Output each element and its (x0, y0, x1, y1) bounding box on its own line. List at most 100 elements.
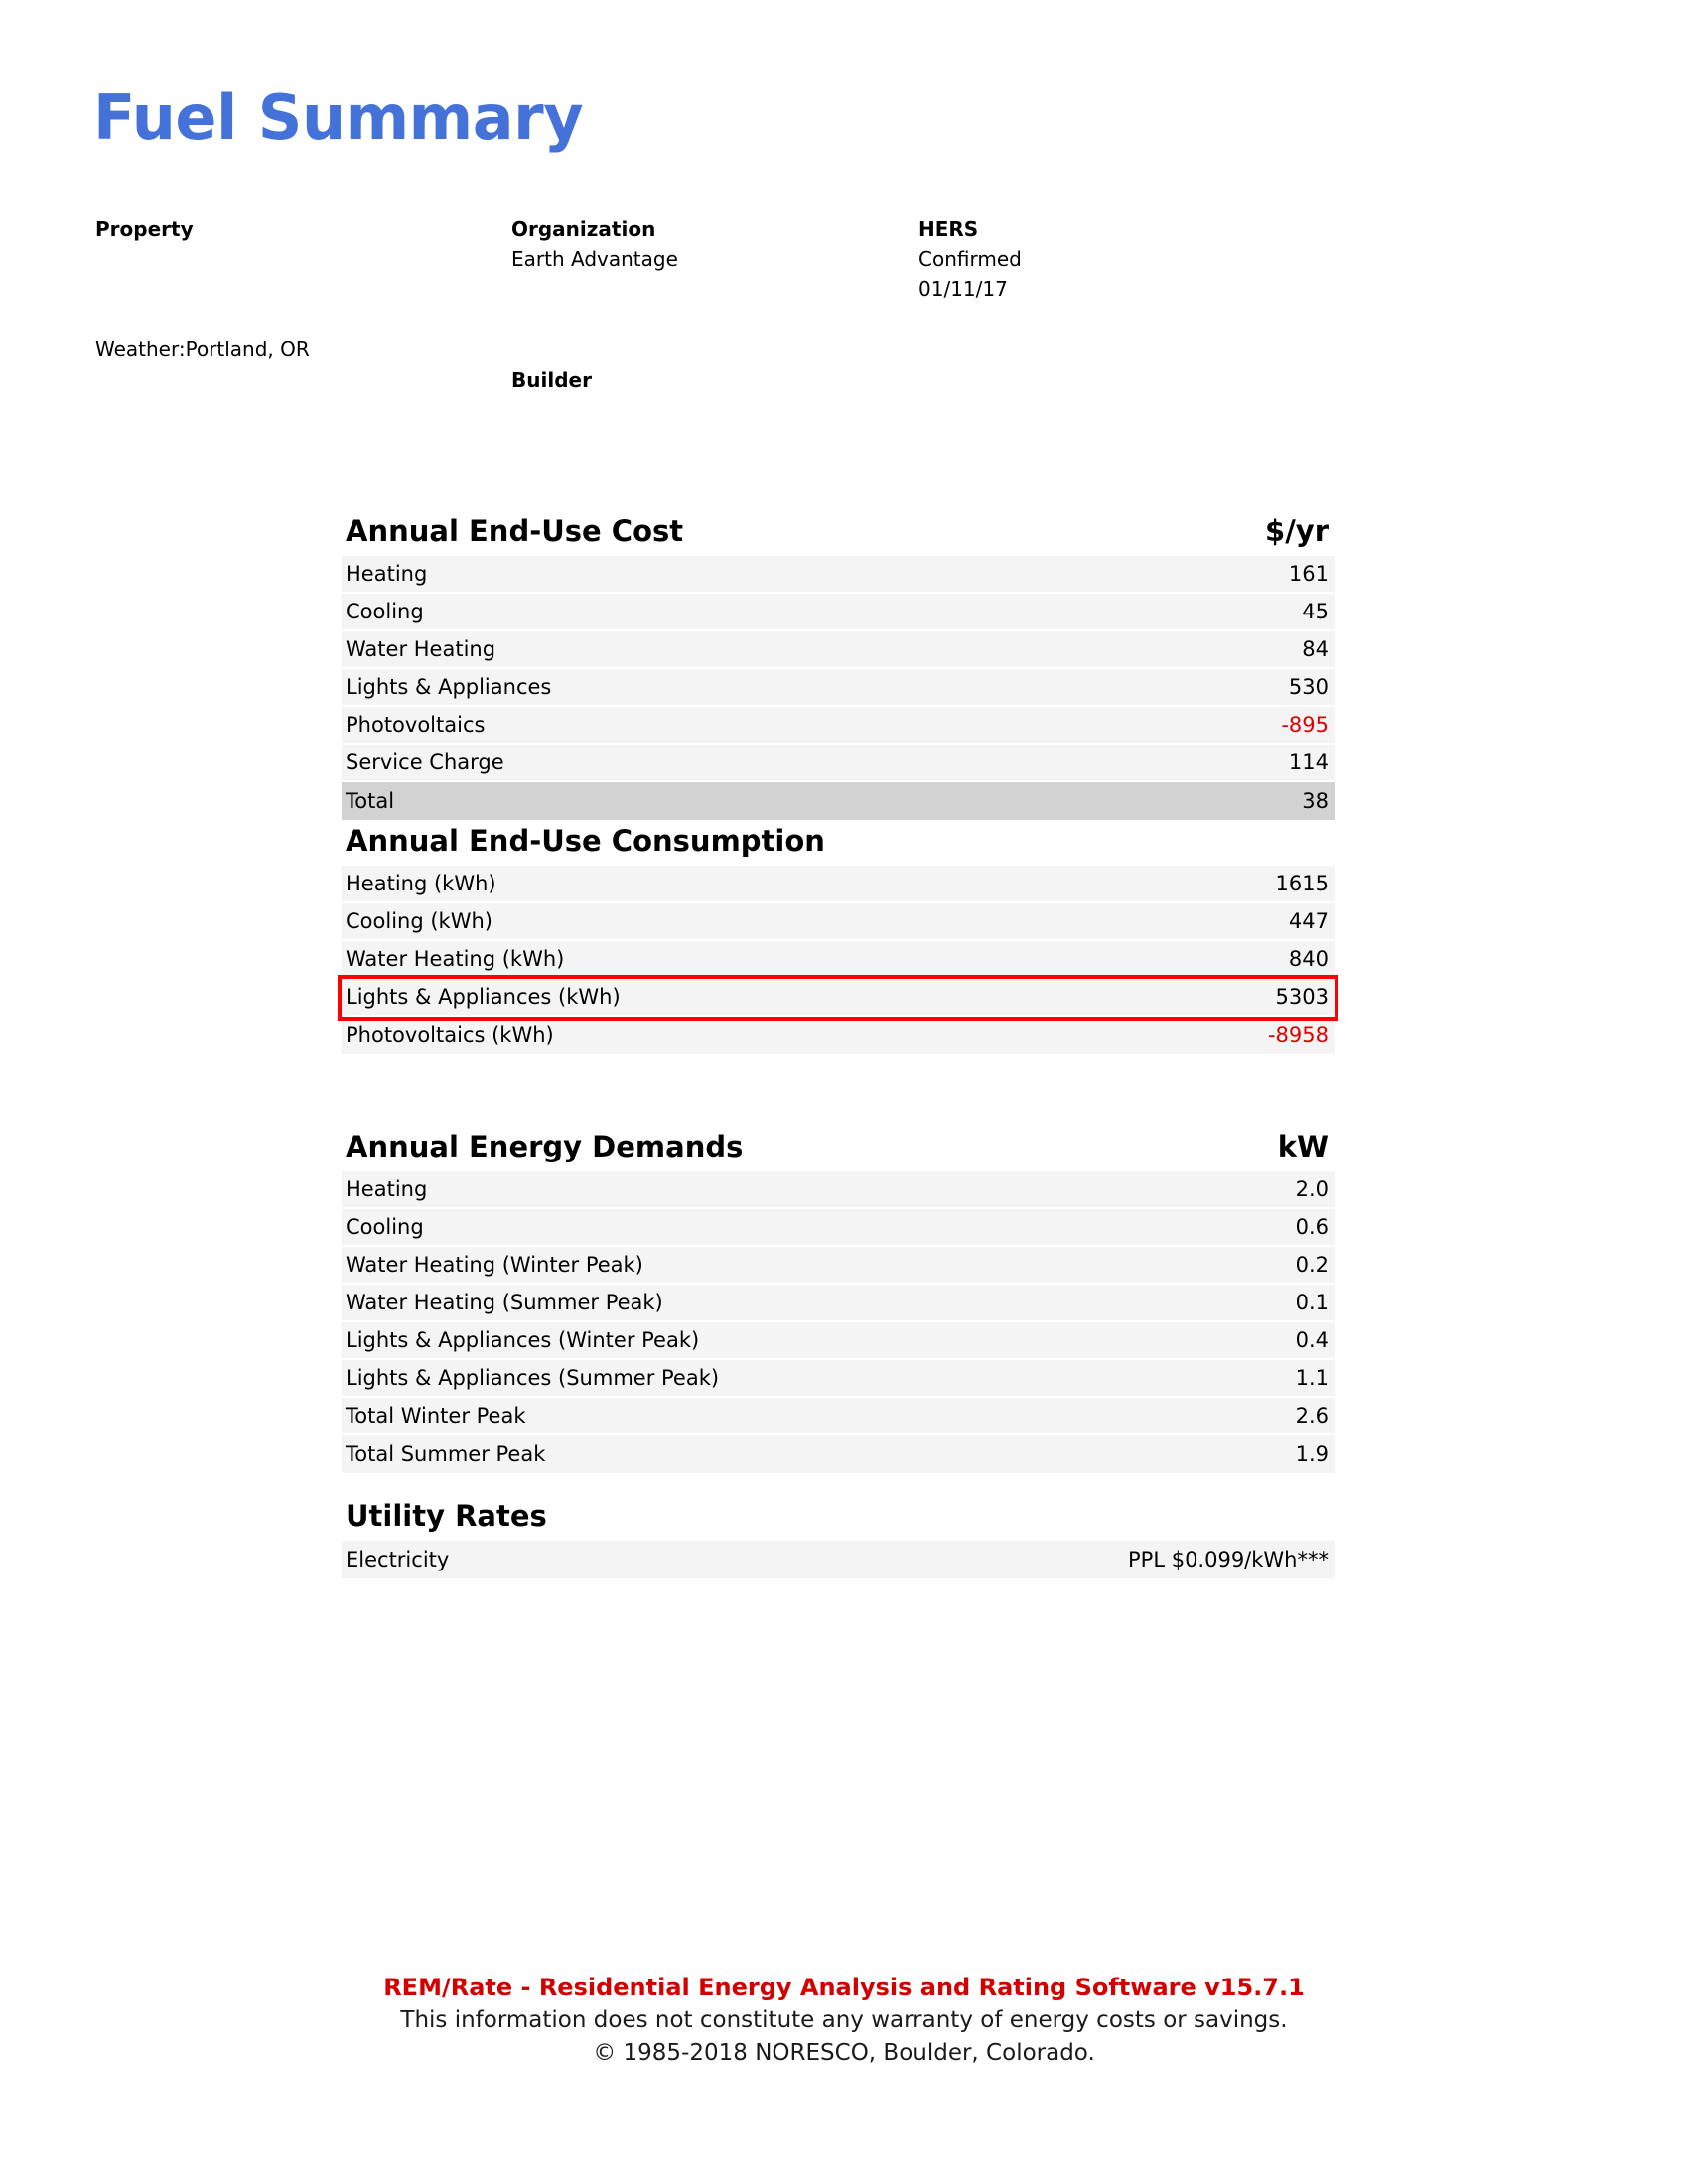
row-value: 0.2 (1295, 1253, 1329, 1277)
row-value: 447 (1288, 909, 1329, 933)
demands-rows: Heating 2.0 Cooling 0.6 Water Heating (Winte… (342, 1171, 1335, 1473)
annual-end-use-consumption-section: Annual End-Use Consumption Heating (kWh)… (338, 824, 1338, 1054)
table-row: Heating 161 (342, 556, 1335, 594)
table-row: Heating 2.0 (342, 1171, 1335, 1209)
row-value: 1.9 (1295, 1442, 1329, 1466)
document-page: Fuel Summary Property Weather:Portland, … (0, 0, 1688, 2184)
table-row: Water Heating (kWh) 840 (342, 941, 1335, 979)
footer-disclaimer-line: This information does not constitute any… (400, 2007, 1288, 2033)
row-label: Cooling (346, 600, 424, 623)
footer-software-line: REM/Rate - Residential Energy Analysis a… (383, 1974, 1305, 2001)
row-label: Total (346, 789, 395, 813)
hers-date: 01/11/17 (918, 277, 1008, 301)
organization-value: Earth Advantage (511, 247, 678, 271)
table-row: Lights & Appliances (kWh) 5303 (338, 975, 1338, 1021)
row-value: PPL $0.099/kWh*** (1128, 1548, 1329, 1571)
section-title: Annual End-Use Cost (346, 514, 684, 548)
table-row: Cooling 0.6 (342, 1209, 1335, 1247)
section-unit: $/yr (1265, 514, 1329, 548)
row-value: -8958 (1267, 1024, 1329, 1047)
table-row: Water Heating (Summer Peak) 0.1 (342, 1285, 1335, 1322)
row-label: Photovoltaics (346, 713, 486, 737)
row-value: 1615 (1275, 872, 1329, 895)
hers-label: HERS (918, 217, 979, 241)
row-value: 45 (1302, 600, 1329, 623)
row-value: 114 (1288, 751, 1329, 774)
table-row: Lights & Appliances (Summer Peak) 1.1 (342, 1360, 1335, 1398)
utility-rates-section: Utility Rates Electricity PPL $0.099/kWh*… (342, 1499, 1335, 1578)
table-row: Cooling (kWh) 447 (342, 903, 1335, 941)
rates-rows: Electricity PPL $0.099/kWh*** (342, 1541, 1335, 1578)
row-label: Heating (346, 1177, 428, 1201)
row-value: 0.4 (1295, 1328, 1329, 1352)
table-row: Photovoltaics (kWh) -8958 (342, 1017, 1335, 1054)
section-header: Annual End-Use Cost $/yr (342, 514, 1335, 548)
organization-block: Organization Earth Advantage (511, 214, 678, 274)
weather-text: Weather:Portland, OR (95, 338, 310, 361)
row-label: Electricity (346, 1548, 450, 1571)
row-label: Water Heating (Winter Peak) (346, 1253, 643, 1277)
table-row: Total Summer Peak 1.9 (342, 1435, 1335, 1473)
row-label: Lights & Appliances (Summer Peak) (346, 1366, 720, 1390)
row-label: Total Winter Peak (346, 1404, 526, 1428)
builder-label: Builder (511, 368, 592, 392)
property-block: Property (95, 214, 194, 244)
cost-rows: Heating 161 Cooling 45 Water Heating 84 Lights… (342, 556, 1335, 820)
section-title: Annual End-Use Consumption (346, 824, 825, 858)
document-footer: REM/Rate - Residential Energy Analysis a… (0, 1971, 1688, 2070)
section-unit: kW (1277, 1130, 1329, 1163)
row-label: Lights & Appliances (346, 675, 552, 699)
row-label: Photovoltaics (kWh) (346, 1024, 554, 1047)
row-value: 1.1 (1295, 1366, 1329, 1390)
row-value: 530 (1288, 675, 1329, 699)
row-label: Water Heating (kWh) (346, 947, 565, 971)
table-row: Electricity PPL $0.099/kWh*** (342, 1541, 1335, 1578)
table-row: Heating (kWh) 1615 (342, 866, 1335, 903)
row-value: 840 (1288, 947, 1329, 971)
table-row: Total Winter Peak 2.6 (342, 1398, 1335, 1435)
property-label: Property (95, 217, 194, 241)
annual-energy-demands-section: Annual Energy Demands kW Heating 2.0 Cooli… (342, 1130, 1335, 1473)
row-value: 0.1 (1295, 1291, 1329, 1314)
table-row: Water Heating 84 (342, 631, 1335, 669)
row-label: Heating (346, 562, 428, 586)
table-row: Service Charge 114 (342, 745, 1335, 782)
row-label: Heating (kWh) (346, 872, 496, 895)
section-header: Annual End-Use Consumption (342, 824, 1335, 858)
row-label: Lights & Appliances (kWh) (346, 985, 621, 1009)
row-label: Service Charge (346, 751, 504, 774)
annual-end-use-cost-section: Annual End-Use Cost $/yr Heating 161 Cooli… (342, 514, 1335, 820)
row-value: 2.6 (1295, 1404, 1329, 1428)
hers-status: Confirmed (918, 247, 1022, 271)
table-row: Total 38 (342, 782, 1335, 820)
row-label: Water Heating (346, 637, 496, 661)
row-label: Total Summer Peak (346, 1442, 546, 1466)
row-value: 5303 (1275, 985, 1329, 1009)
section-header: Annual Energy Demands kW (342, 1130, 1335, 1163)
footer-copyright-line: © 1985-2018 NORESCO, Boulder, Colorado. (593, 2040, 1095, 2066)
weather-block: Weather:Portland, OR (95, 335, 310, 364)
table-row: Cooling 45 (342, 594, 1335, 631)
row-label: Cooling (346, 1215, 424, 1239)
section-title: Utility Rates (346, 1499, 547, 1533)
table-row: Lights & Appliances 530 (342, 669, 1335, 707)
page-title: Fuel Summary (93, 81, 584, 154)
row-label: Water Heating (Summer Peak) (346, 1291, 663, 1314)
section-header: Utility Rates (342, 1499, 1335, 1533)
hers-block: HERS Confirmed 01/11/17 (918, 214, 1022, 304)
builder-block: Builder (511, 365, 592, 395)
row-label: Lights & Appliances (Winter Peak) (346, 1328, 700, 1352)
organization-label: Organization (511, 217, 656, 241)
row-value: 38 (1302, 789, 1329, 813)
row-value: 0.6 (1295, 1215, 1329, 1239)
row-value: 84 (1302, 637, 1329, 661)
row-value: 2.0 (1295, 1177, 1329, 1201)
row-value: 161 (1288, 562, 1329, 586)
consumption-rows: Heating (kWh) 1615 Cooling (kWh) 447 Water H… (338, 866, 1338, 1054)
section-title: Annual Energy Demands (346, 1130, 744, 1163)
table-row: Water Heating (Winter Peak) 0.2 (342, 1247, 1335, 1285)
row-value: -895 (1281, 713, 1329, 737)
table-row: Photovoltaics -895 (342, 707, 1335, 745)
table-row: Lights & Appliances (Winter Peak) 0.4 (342, 1322, 1335, 1360)
row-label: Cooling (kWh) (346, 909, 492, 933)
